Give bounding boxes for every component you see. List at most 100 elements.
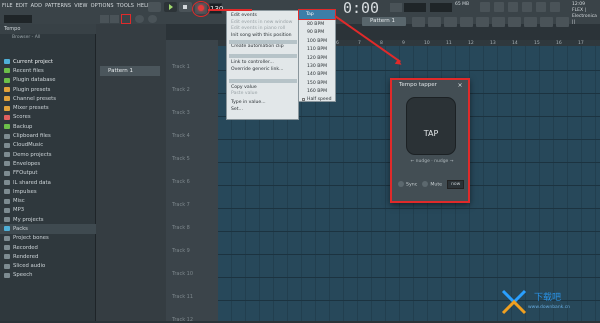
context-menu-item[interactable]: Create automation clip bbox=[231, 44, 284, 49]
browser-item[interactable]: Rendered bbox=[0, 252, 96, 261]
track-label[interactable]: Track 11 bbox=[172, 294, 193, 300]
browser-item[interactable]: Clipboard files bbox=[0, 131, 96, 140]
bpm-menu-item[interactable]: 140 BPM bbox=[307, 72, 327, 77]
close-icon[interactable]: × bbox=[456, 80, 464, 91]
hint-icon[interactable] bbox=[480, 2, 490, 12]
browser-item-label: Envelopes bbox=[13, 160, 41, 167]
track-label[interactable]: Track 2 bbox=[172, 87, 190, 93]
shortcut-icon[interactable] bbox=[524, 17, 537, 27]
now-button[interactable]: now bbox=[447, 179, 465, 189]
menu-item-file[interactable]: FILE bbox=[2, 3, 13, 9]
track-label[interactable]: Track 10 bbox=[172, 271, 193, 277]
shortcut-icon[interactable] bbox=[412, 17, 425, 27]
browser-item[interactable]: Recent files bbox=[0, 66, 96, 75]
bpm-menu-item[interactable]: 80 BPM bbox=[307, 22, 324, 27]
nudge-control[interactable]: ← nudge · nudge → bbox=[402, 158, 462, 166]
browser-item[interactable]: Impulses bbox=[0, 187, 96, 196]
browser-item[interactable]: Backup bbox=[0, 122, 96, 131]
browser-item[interactable]: My projects bbox=[0, 215, 96, 224]
menu-item-tools[interactable]: TOOLS bbox=[117, 3, 134, 9]
browser-item-label: Backup bbox=[13, 123, 33, 130]
mute-toggle[interactable]: Mute bbox=[422, 180, 442, 187]
track-label[interactable]: Track 3 bbox=[172, 110, 190, 116]
sync-toggle[interactable]: Sync bbox=[398, 180, 417, 187]
browser-item[interactable]: Mixer presets bbox=[0, 103, 96, 112]
browser-icon[interactable] bbox=[550, 2, 560, 12]
menu-item-view[interactable]: VIEW bbox=[74, 3, 87, 9]
context-menu-item[interactable]: Init song with this position bbox=[231, 33, 292, 38]
menu-item-patterns[interactable]: PATTERNS bbox=[45, 3, 71, 9]
shortcut-icon[interactable] bbox=[540, 17, 553, 27]
browser-item[interactable]: Recorded bbox=[0, 243, 96, 252]
context-menu-item[interactable]: Edit events bbox=[231, 13, 257, 18]
track-label[interactable]: Track 5 bbox=[172, 156, 190, 162]
context-menu-item[interactable]: Link to controller... bbox=[231, 60, 274, 65]
master-pitch-knob[interactable] bbox=[148, 15, 157, 23]
bpm-menu-item[interactable]: 120 BPM bbox=[307, 56, 327, 61]
browser-item[interactable]: Envelopes bbox=[0, 159, 96, 168]
pattern-song-toggle[interactable] bbox=[148, 2, 161, 12]
browser-item[interactable]: Current project bbox=[0, 57, 96, 66]
browser-item[interactable]: Scores bbox=[0, 113, 96, 122]
browser-item[interactable]: Plugin database bbox=[0, 76, 96, 85]
track-label[interactable]: Track 12 bbox=[172, 317, 193, 323]
bpm-menu-item[interactable]: 110 BPM bbox=[307, 47, 327, 52]
browser-item[interactable]: Demo projects bbox=[0, 150, 96, 159]
menu-item-add[interactable]: ADD bbox=[31, 3, 42, 9]
browser-item[interactable]: IL shared data bbox=[0, 178, 96, 187]
pattern-selector[interactable]: Pattern 1 bbox=[362, 17, 406, 26]
track-label[interactable]: Track 8 bbox=[172, 225, 190, 231]
channel-rack-icon[interactable] bbox=[522, 2, 532, 12]
snap-button[interactable] bbox=[390, 3, 402, 12]
mixer-icon[interactable] bbox=[536, 2, 546, 12]
browser-item[interactable]: MP3 bbox=[0, 206, 96, 215]
bpm-menu-item[interactable]: 150 BPM bbox=[307, 81, 327, 86]
context-menu-item[interactable]: Type in value... bbox=[231, 100, 266, 105]
tap-pad-button[interactable]: TAP bbox=[406, 97, 456, 155]
shortcut-icon[interactable] bbox=[428, 17, 441, 27]
browser-item[interactable]: Plugin presets bbox=[0, 85, 96, 94]
context-menu-item[interactable]: Copy value bbox=[231, 85, 257, 90]
browser-item[interactable]: CloudMusic bbox=[0, 141, 96, 150]
shortcut-icon[interactable] bbox=[492, 17, 505, 27]
browser-item[interactable]: Channel presets bbox=[0, 94, 96, 103]
track-label[interactable]: Track 1 bbox=[172, 64, 190, 70]
bpm-menu-item[interactable]: 130 BPM bbox=[307, 64, 327, 69]
browser-item[interactable]: Sliced audio bbox=[0, 262, 96, 271]
bpm-menu-item[interactable]: 160 BPM bbox=[307, 89, 327, 94]
context-menu-item[interactable]: Set... bbox=[231, 107, 243, 112]
menu-item-options[interactable]: OPTIONS bbox=[91, 3, 114, 9]
context-menu-item[interactable]: Override generic link... bbox=[231, 67, 283, 72]
browser-item[interactable]: Project bones bbox=[0, 234, 96, 243]
song-time-display: 0:00 bbox=[342, 0, 380, 17]
shortcut-icon[interactable] bbox=[476, 17, 489, 27]
browser-item[interactable]: Misc bbox=[0, 196, 96, 205]
stop-button[interactable] bbox=[179, 2, 192, 12]
browser-item[interactable]: Speech bbox=[0, 271, 96, 280]
pattern-tab[interactable]: Pattern 1 bbox=[100, 66, 160, 76]
shortcut-icon[interactable] bbox=[444, 17, 457, 27]
browser-item-label: Mixer presets bbox=[13, 105, 49, 112]
shortcut-icon[interactable] bbox=[508, 17, 521, 27]
play-button[interactable] bbox=[164, 2, 177, 12]
browser-item[interactable]: FFOutput bbox=[0, 169, 96, 178]
track-label[interactable]: Track 7 bbox=[172, 202, 190, 208]
tool-button[interactable] bbox=[110, 15, 119, 23]
menu-item-edit[interactable]: EDIT bbox=[16, 3, 28, 9]
playlist-icon[interactable] bbox=[494, 2, 504, 12]
browser-filter-label[interactable]: Browser - All bbox=[12, 34, 40, 42]
shortcut-icon[interactable] bbox=[460, 17, 473, 27]
track-label[interactable]: Track 6 bbox=[172, 179, 190, 185]
track-label[interactable]: Track 9 bbox=[172, 248, 190, 254]
track-label[interactable]: Track 4 bbox=[172, 133, 190, 139]
link-button[interactable] bbox=[100, 15, 109, 23]
bpm-menu-item[interactable]: 90 BPM bbox=[307, 30, 324, 35]
piano-roll-icon[interactable] bbox=[508, 2, 518, 12]
tap-menu-item[interactable]: Tap bbox=[298, 9, 336, 20]
bpm-menu-item[interactable]: 100 BPM bbox=[307, 39, 327, 44]
browser-item-label: CloudMusic bbox=[13, 142, 44, 149]
browser-item[interactable]: Packs bbox=[0, 224, 96, 234]
shortcut-icon[interactable] bbox=[556, 17, 569, 27]
half-speed-item[interactable]: Half speed bbox=[307, 97, 332, 102]
master-volume-knob[interactable] bbox=[135, 15, 144, 23]
